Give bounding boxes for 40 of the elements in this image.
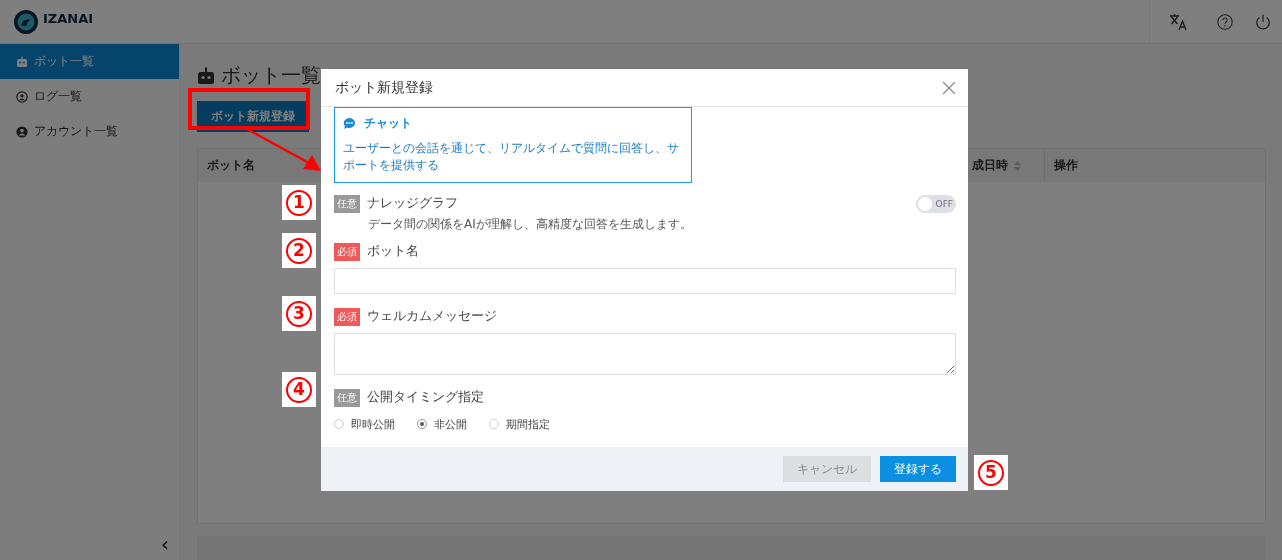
step-number: 5: [978, 459, 1004, 486]
robot-icon: [197, 66, 215, 85]
field-label: ボット名: [367, 243, 419, 261]
field-label: ナレッジグラフ: [367, 195, 458, 213]
sidebar-item[interactable]: アカウント一覧: [0, 114, 179, 149]
step-number: 3: [286, 300, 312, 327]
text-input[interactable]: [334, 267, 956, 294]
close-icon[interactable]: [942, 80, 956, 95]
radio-option[interactable]: 即時公開: [334, 416, 395, 432]
step-number: 4: [286, 376, 312, 403]
sidebar-item[interactable]: ボット一覧: [0, 44, 179, 79]
user-circle-icon: [16, 90, 28, 103]
optional-badge: 任意: [334, 194, 360, 213]
chat-bubble-icon: [343, 117, 356, 130]
sidebar-item[interactable]: ログ一覧: [0, 79, 179, 114]
radio-option[interactable]: 期間指定: [489, 416, 550, 432]
user-icon: [16, 125, 28, 138]
required-badge: 必須: [334, 242, 360, 261]
chat-type-card[interactable]: チャット ユーザーとの会話を通じて、リアルタイムで質問に回答し、サポートを提供する: [334, 107, 692, 183]
radio-option[interactable]: 非公開: [417, 416, 467, 432]
field-label: 公開タイミング指定: [367, 389, 484, 407]
required-badge: 必須: [334, 307, 360, 326]
step-number: 1: [286, 189, 312, 216]
dialog-title: ボット新規登録: [335, 78, 433, 97]
column-header: 操作: [1054, 157, 1078, 174]
collapse-chevron[interactable]: ‹: [151, 532, 179, 560]
column-header: 成日時: [972, 157, 1008, 174]
card-description: ユーザーとの会話を通じて、リアルタイムで質問に回答し、サポートを提供する: [343, 140, 680, 174]
step-number: 2: [286, 237, 312, 264]
robot-icon: [16, 55, 28, 68]
brand-name: IZANAI: [43, 11, 94, 26]
field-label: ウェルカムメッセージ: [367, 308, 497, 326]
toggle-switch[interactable]: OFF: [916, 194, 956, 213]
cancel-button[interactable]: キャンセル: [783, 456, 871, 482]
card-title: チャット: [364, 115, 412, 132]
page-title: ボット一覧: [221, 62, 321, 89]
field-description: データ間の関係をAIが理解し、高精度な回答を生成します。: [368, 215, 693, 233]
register-button[interactable]: 登録する: [880, 456, 956, 482]
optional-badge: 任意: [334, 388, 360, 407]
column-header: ボット名: [207, 158, 255, 172]
